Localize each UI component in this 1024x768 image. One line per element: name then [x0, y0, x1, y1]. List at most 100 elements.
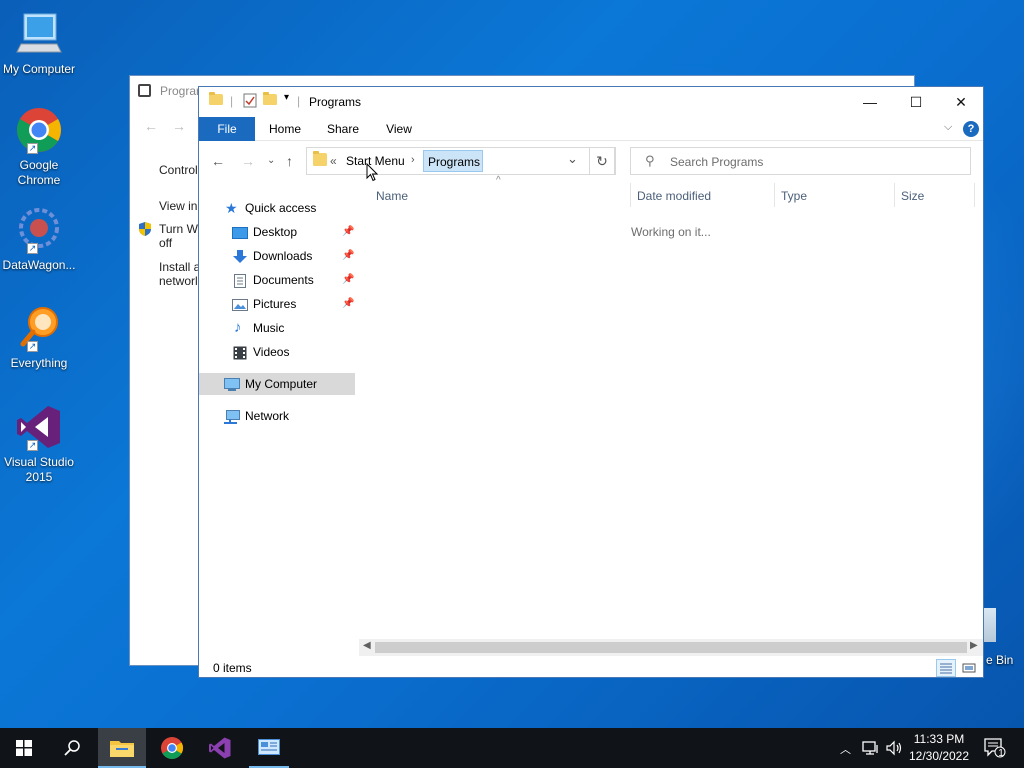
background-window-title: Prograr: [160, 84, 201, 98]
column-divider[interactable]: [630, 183, 631, 207]
control-panel-link[interactable]: Control: [159, 163, 203, 177]
column-divider[interactable]: [894, 183, 895, 207]
show-hidden-icons-chevron[interactable]: ︿: [840, 741, 851, 757]
tab-home[interactable]: Home: [261, 117, 309, 141]
desktop-icon-my-computer[interactable]: My Computer: [0, 10, 78, 77]
expand-ribbon-chevron-icon[interactable]: ⌵: [944, 121, 952, 134]
column-header-date-modified[interactable]: Date modified: [637, 189, 711, 203]
pin-icon[interactable]: 📌: [342, 269, 354, 291]
scroll-right-icon[interactable]: ▶: [970, 640, 978, 651]
taskbar-chrome[interactable]: [148, 728, 196, 768]
new-folder-icon[interactable]: [263, 92, 277, 108]
tab-view[interactable]: View: [375, 117, 423, 141]
details-view-icon: [940, 663, 952, 674]
view-in-link[interactable]: View in: [159, 199, 203, 213]
column-divider[interactable]: [974, 183, 975, 207]
desktop-icon-recycle-bin-label[interactable]: e Bin: [986, 653, 1013, 667]
status-bar: 0 items: [199, 657, 983, 679]
up-button[interactable]: ↑: [286, 153, 293, 169]
file-explorer-icon: [110, 741, 134, 757]
desktop-icon-datawagon[interactable]: ↗ DataWagon...: [0, 206, 78, 273]
search-input[interactable]: Search Programs: [670, 155, 763, 169]
address-overflow[interactable]: «: [330, 154, 337, 168]
nav-my-computer[interactable]: My Computer: [199, 373, 355, 395]
install-network-link[interactable]: Install a networl: [159, 260, 203, 288]
taskbar-file-explorer[interactable]: [98, 728, 146, 768]
file-list[interactable]: ^ Name Date modified Type Size Working o…: [359, 175, 983, 653]
taskbar: ︿ 11:33 PM 12/30/2022 1: [0, 728, 1024, 768]
pin-icon[interactable]: 📌: [342, 293, 354, 315]
address-bar[interactable]: « Start Menu › Programs ⌄: [306, 147, 616, 175]
scroll-left-icon[interactable]: ◀: [363, 640, 371, 651]
explorer-window[interactable]: | ▾ | Programs — ☐ ✕ File Home Share Vie…: [198, 86, 984, 678]
nav-videos[interactable]: Videos: [199, 341, 355, 363]
properties-icon[interactable]: [243, 93, 257, 111]
network-status-icon[interactable]: [862, 740, 880, 759]
music-note-icon: ♪: [234, 319, 242, 336]
qat-separator: |: [230, 94, 234, 108]
datawagon-icon: ↗: [15, 206, 63, 254]
nav-downloads[interactable]: Downloads 📌: [199, 245, 355, 267]
tab-share[interactable]: Share: [319, 117, 367, 141]
notification-badge: 1: [998, 748, 1004, 759]
back-button[interactable]: ←: [211, 153, 225, 169]
close-button[interactable]: ✕: [938, 87, 984, 117]
taskbar-search-button[interactable]: [48, 728, 96, 768]
volume-icon[interactable]: [886, 740, 904, 759]
recycle-bin-icon[interactable]: [984, 608, 996, 642]
help-icon[interactable]: ?: [963, 121, 979, 137]
shield-icon: [138, 221, 152, 240]
taskbar-control-panel[interactable]: [245, 728, 293, 768]
breadcrumb-programs[interactable]: Programs: [423, 150, 483, 172]
turn-windows-features-link[interactable]: Turn W off: [159, 222, 203, 250]
minimize-button[interactable]: —: [847, 87, 893, 117]
search-box[interactable]: ⚲ Search Programs: [630, 147, 971, 175]
nav-network[interactable]: Network: [199, 405, 355, 427]
item-count: 0 items: [213, 661, 252, 675]
ribbon-tabs: File Home Share View ⌵ ?: [199, 117, 983, 141]
taskbar-visual-studio[interactable]: [196, 728, 244, 768]
nav-desktop[interactable]: Desktop 📌: [199, 221, 355, 243]
search-icon: ⚲: [645, 153, 655, 168]
column-divider[interactable]: [774, 183, 775, 207]
pin-icon[interactable]: 📌: [342, 221, 354, 243]
column-header-type[interactable]: Type: [781, 189, 807, 203]
download-arrow-icon: [232, 249, 248, 263]
horizontal-scrollbar[interactable]: ◀ ▶: [359, 639, 983, 656]
maximize-button[interactable]: ☐: [893, 87, 939, 117]
recent-locations-chevron-icon[interactable]: ⌄: [267, 155, 275, 166]
column-header-size[interactable]: Size: [901, 189, 924, 203]
window-title: Programs: [309, 95, 362, 109]
pin-icon[interactable]: 📌: [342, 245, 354, 267]
visual-studio-icon: [209, 737, 231, 759]
start-button[interactable]: [0, 728, 48, 768]
mouse-cursor-icon: [366, 162, 379, 185]
address-dropdown-chevron-icon[interactable]: ⌄: [567, 151, 578, 167]
desktop-icon-google-chrome[interactable]: ↗ Google Chrome: [0, 106, 78, 188]
pictures-icon: [232, 297, 248, 311]
title-bar[interactable]: | ▾ | Programs — ☐ ✕: [199, 87, 983, 117]
breadcrumb-separator-icon[interactable]: ›: [411, 154, 415, 166]
clock-time[interactable]: 11:33 PM: [906, 732, 972, 746]
tab-file[interactable]: File: [199, 117, 255, 141]
customize-qat-chevron-icon[interactable]: ▾: [284, 92, 289, 103]
desktop-icon-visual-studio[interactable]: ↗ Visual Studio 2015: [0, 403, 78, 485]
working-message: Working on it...: [631, 225, 711, 239]
forward-button[interactable]: →: [241, 153, 255, 169]
desktop-icon-everything[interactable]: ↗ Everything: [0, 304, 78, 371]
shortcut-arrow-icon: ↗: [27, 440, 38, 451]
details-view-button[interactable]: [936, 659, 956, 677]
scrollbar-thumb[interactable]: [375, 642, 967, 653]
clock-date[interactable]: 12/30/2022: [906, 749, 972, 763]
column-header-name[interactable]: Name: [376, 189, 408, 203]
large-icons-view-icon: [962, 663, 976, 673]
large-icons-view-button[interactable]: [959, 659, 979, 677]
nav-pictures[interactable]: Pictures 📌: [199, 293, 355, 315]
navigation-pane: ★ Quick access Desktop 📌 Downloads 📌 Doc…: [199, 183, 359, 653]
folder-icon: [313, 151, 327, 169]
nav-quick-access[interactable]: ★ Quick access: [199, 197, 355, 219]
refresh-button[interactable]: ↻: [589, 147, 615, 175]
nav-documents[interactable]: Documents 📌: [199, 269, 355, 291]
nav-music[interactable]: ♪ Music: [199, 317, 355, 339]
desktop-folder-icon: [232, 225, 248, 239]
